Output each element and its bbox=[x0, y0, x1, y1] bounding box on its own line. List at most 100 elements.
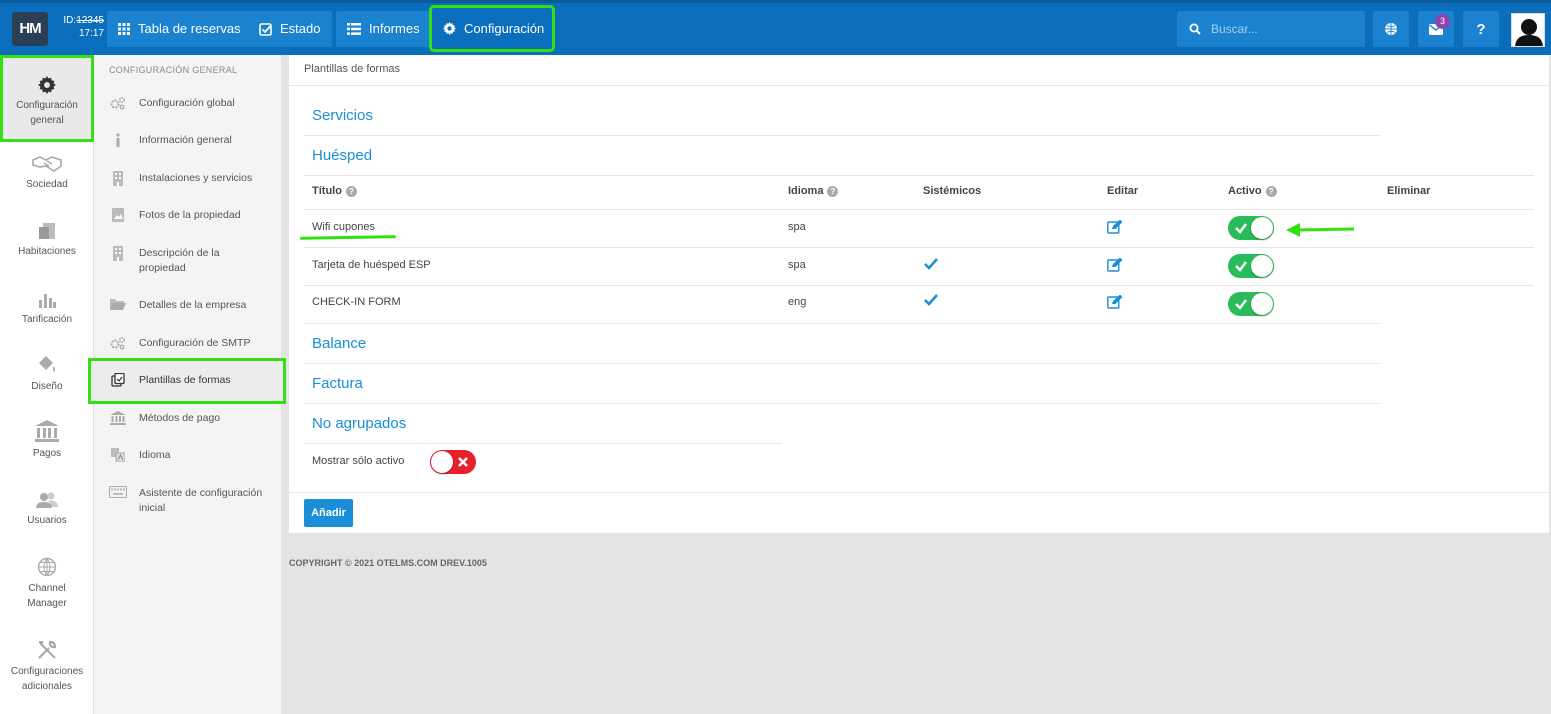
sidebar-item-label: Configuraciones adicionales bbox=[10, 666, 84, 692]
help-button[interactable]: ? bbox=[1463, 11, 1499, 47]
subnav-item-label: Detalles de la empresa bbox=[139, 299, 247, 311]
row-idioma: eng bbox=[788, 296, 807, 308]
active-toggle[interactable] bbox=[1228, 216, 1274, 240]
group-huesped[interactable]: Huésped bbox=[312, 147, 372, 164]
sidebar-item-label: Tarificación bbox=[21, 314, 73, 325]
row-idioma: spa bbox=[788, 221, 806, 233]
column-label: Eliminar bbox=[1387, 185, 1431, 197]
column-eliminar: Eliminar bbox=[1387, 185, 1430, 197]
top-bar: HM ID:12345 17:17 Tabla de reservas Esta… bbox=[0, 0, 1551, 55]
nav-configuracion[interactable]: Configuración bbox=[429, 5, 555, 52]
sidebar-item-configuracion-general[interactable]: Configuración general bbox=[0, 55, 94, 142]
nav-estado[interactable]: Estado bbox=[248, 11, 333, 47]
highlight-arrow-icon bbox=[1286, 223, 1355, 237]
search-icon bbox=[1189, 23, 1201, 35]
help-icon[interactable]: ? bbox=[345, 185, 357, 197]
add-button[interactable]: Añadir bbox=[304, 499, 353, 527]
subnav-item-asistente[interactable]: Asistente de configuración inicial bbox=[94, 486, 282, 516]
group-servicios[interactable]: Servicios bbox=[312, 107, 373, 124]
column-titulo: Título? bbox=[312, 185, 357, 197]
show-active-label: Mostrar sólo activo bbox=[312, 455, 405, 467]
check-icon bbox=[1235, 223, 1247, 234]
language-globe-button[interactable] bbox=[1373, 11, 1409, 47]
search-box[interactable] bbox=[1177, 11, 1365, 47]
row-titulo: Wifi cupones bbox=[312, 221, 375, 233]
tools-icon bbox=[0, 638, 94, 660]
sidebar-item-usuarios[interactable]: Usuarios bbox=[0, 487, 94, 528]
subnav-item-detalles-empresa[interactable]: Detalles de la empresa bbox=[94, 298, 282, 313]
divider bbox=[304, 135, 1380, 136]
subnav-item-fotos[interactable]: Fotos de la propiedad bbox=[94, 208, 282, 223]
edit-icon[interactable] bbox=[1107, 295, 1123, 309]
subnav-item-plantillas-de-formas[interactable]: Plantillas de formas bbox=[88, 358, 286, 404]
divider bbox=[304, 363, 1380, 364]
main-sidebar: Configuración general Sociedad Habitacio… bbox=[0, 55, 94, 714]
divider bbox=[304, 175, 1534, 176]
divider bbox=[304, 209, 1534, 210]
nav-tabla-de-reservas[interactable]: Tabla de reservas bbox=[107, 11, 253, 47]
subnav-item-descripcion[interactable]: Descripción de la propiedad bbox=[94, 246, 282, 276]
divider bbox=[289, 492, 1549, 493]
search-input[interactable] bbox=[1211, 22, 1351, 36]
divider bbox=[289, 85, 1549, 86]
subnav-item-label: Configuración de SMTP bbox=[139, 337, 251, 349]
grid-icon bbox=[118, 23, 130, 35]
user-avatar[interactable] bbox=[1511, 13, 1545, 47]
subnav-item-label: Configuración global bbox=[139, 97, 235, 109]
divider bbox=[304, 323, 1380, 324]
divider bbox=[304, 403, 1380, 404]
help-icon: ? bbox=[1476, 20, 1486, 38]
sidebar-item-sociedad[interactable]: Sociedad bbox=[0, 151, 94, 192]
building-icon bbox=[109, 246, 127, 261]
clock: 17:17 bbox=[78, 28, 104, 39]
subnav-item-instalaciones[interactable]: Instalaciones y servicios bbox=[94, 171, 282, 186]
sidebar-item-habitaciones[interactable]: Habitaciones bbox=[0, 218, 94, 259]
user-silhouette-icon bbox=[1512, 14, 1544, 46]
subnav-item-metodos-de-pago[interactable]: Métodos de pago bbox=[94, 411, 282, 426]
gears-icon bbox=[109, 96, 127, 110]
help-icon[interactable]: ? bbox=[1265, 185, 1277, 197]
subnav-item-informacion-general[interactable]: Información general bbox=[94, 133, 282, 148]
building-icon bbox=[109, 171, 127, 186]
sidebar-item-pagos[interactable]: Pagos bbox=[0, 420, 94, 461]
page-title: Plantillas de formas bbox=[304, 63, 400, 75]
subnav-item-label: Descripción de la propiedad bbox=[139, 247, 220, 274]
active-toggle[interactable] bbox=[1228, 292, 1274, 316]
language-icon bbox=[109, 448, 127, 462]
close-icon bbox=[458, 457, 468, 467]
group-no-agrupados[interactable]: No agrupados bbox=[312, 415, 406, 432]
subnav-item-configuracion-global[interactable]: Configuración global bbox=[94, 96, 282, 111]
app-logo[interactable]: HM bbox=[12, 12, 48, 46]
footer-copyright: COPYRIGHT © 2021 OTELMS.COM DREV.1005 bbox=[289, 558, 487, 568]
subnav-item-label: Idioma bbox=[139, 449, 171, 461]
show-active-toggle[interactable] bbox=[430, 450, 476, 474]
sidebar-item-label: Sociedad bbox=[26, 179, 68, 190]
nav-label: Configuración bbox=[464, 21, 545, 36]
messages-button[interactable]: 3 bbox=[1418, 11, 1454, 47]
sidebar-item-diseno[interactable]: Diseño bbox=[0, 353, 94, 394]
help-icon[interactable]: ? bbox=[827, 185, 839, 197]
sidebar-item-label: Configuración general bbox=[16, 100, 78, 126]
divider bbox=[304, 443, 782, 444]
users-icon bbox=[0, 487, 94, 509]
info-icon bbox=[109, 133, 127, 147]
sidebar-item-configuraciones-adicionales[interactable]: Configuraciones adicionales bbox=[0, 638, 94, 694]
settings-subnav: CONFIGURACIÓN GENERAL Configuración glob… bbox=[88, 55, 286, 714]
sidebar-item-label: Habitaciones bbox=[18, 246, 76, 257]
edit-icon[interactable] bbox=[1107, 220, 1123, 234]
group-factura[interactable]: Factura bbox=[312, 375, 363, 392]
column-editar: Editar bbox=[1107, 185, 1138, 197]
bank-icon bbox=[0, 420, 94, 442]
subnav-item-idioma[interactable]: Idioma bbox=[94, 448, 282, 463]
sidebar-item-tarificacion[interactable]: Tarificación bbox=[0, 286, 94, 327]
active-toggle[interactable] bbox=[1228, 254, 1274, 278]
group-balance[interactable]: Balance bbox=[312, 335, 366, 352]
sidebar-item-channel-manager[interactable]: Channel Manager bbox=[0, 555, 94, 611]
subnav-item-smtp[interactable]: Configuración de SMTP bbox=[94, 336, 282, 351]
nav-informes[interactable]: Informes bbox=[336, 11, 432, 47]
nav-label: Tabla de reservas bbox=[138, 21, 241, 36]
nav-label: Estado bbox=[280, 21, 321, 36]
edit-icon[interactable] bbox=[1107, 258, 1123, 272]
globe-icon bbox=[0, 555, 94, 577]
subnav-item-label: Plantillas de formas bbox=[139, 374, 231, 386]
